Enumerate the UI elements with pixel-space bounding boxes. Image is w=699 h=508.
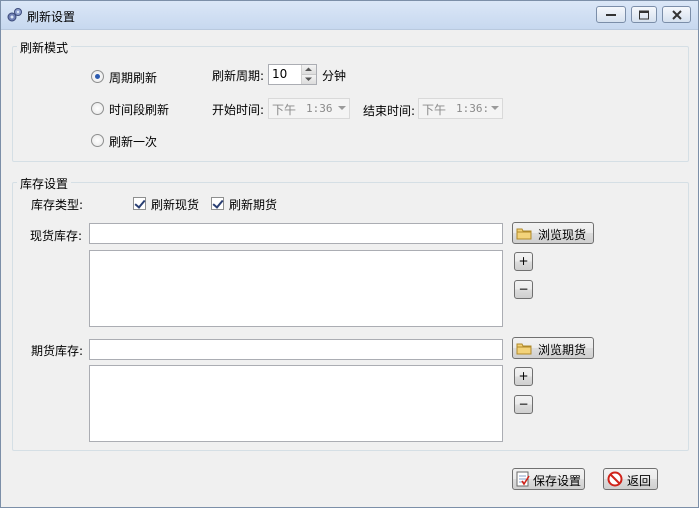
save-button[interactable]: 保存设置 — [512, 468, 585, 490]
back-button[interactable]: 返回 — [603, 468, 658, 490]
browse-spot-label: 浏览现货 — [538, 228, 587, 242]
futures-inventory-input[interactable] — [89, 339, 503, 360]
stepper-down-icon[interactable] — [302, 74, 316, 84]
remove-futures-button[interactable]: − — [514, 395, 533, 414]
folder-icon — [516, 228, 532, 240]
radio-once-label: 刷新一次 — [109, 135, 158, 149]
spot-inventory-input[interactable] — [89, 223, 503, 244]
maximize-button[interactable] — [631, 6, 657, 23]
back-label: 返回 — [627, 474, 652, 488]
end-time-value: 1:36: — [456, 102, 490, 115]
radio-once[interactable] — [91, 134, 104, 147]
period-value: 10 — [272, 67, 288, 81]
window-title: 刷新设置 — [27, 10, 76, 24]
start-time-picker[interactable]: 下午 1:36 — [268, 98, 350, 119]
app-settings-icon — [7, 7, 23, 23]
futures-inventory-label: 期货库存: — [31, 344, 84, 358]
start-time-label: 开始时间: — [212, 103, 265, 117]
refresh-mode-group: 刷新模式 周期刷新 时间段刷新 刷新一次 刷新周期: 10 分钟 开始时间: 下… — [12, 39, 689, 162]
inventory-title: 库存设置 — [17, 175, 72, 192]
chevron-down-icon — [338, 106, 346, 110]
add-futures-button[interactable]: + — [514, 367, 533, 386]
radio-timespan[interactable] — [91, 102, 104, 115]
checkbox-refresh-futures[interactable] — [211, 197, 224, 210]
period-stepper[interactable]: 10 — [268, 64, 317, 85]
chevron-down-icon — [491, 106, 499, 110]
inventory-group: 库存设置 库存类型: 刷新现货 刷新期货 现货库存: 浏览现货 + − 期货库存… — [12, 175, 689, 451]
start-ampm: 下午 — [272, 103, 297, 117]
refresh-mode-title: 刷新模式 — [17, 39, 72, 56]
browse-futures-label: 浏览期货 — [538, 343, 587, 357]
spot-inventory-label: 现货库存: — [30, 229, 83, 243]
document-save-icon — [516, 471, 530, 487]
inventory-type-label: 库存类型: — [31, 198, 84, 212]
end-ampm: 下午 — [422, 103, 447, 117]
spot-inventory-list[interactable] — [89, 250, 503, 327]
end-time-picker[interactable]: 下午 1:36: — [418, 98, 503, 119]
save-label: 保存设置 — [533, 474, 582, 488]
maximize-icon — [639, 10, 649, 19]
add-spot-button[interactable]: + — [514, 252, 533, 271]
radio-timespan-label: 时间段刷新 — [109, 103, 170, 117]
cancel-icon — [607, 471, 623, 487]
period-unit: 分钟 — [322, 69, 347, 83]
minimize-icon — [606, 13, 616, 16]
title-bar: 刷新设置 — [1, 1, 698, 30]
start-time-value: 1:36 — [306, 102, 333, 115]
close-icon — [671, 9, 682, 20]
checkbox-refresh-spot-label: 刷新现货 — [151, 198, 200, 212]
folder-icon — [516, 343, 532, 355]
checkbox-refresh-futures-label: 刷新期货 — [229, 198, 278, 212]
checkbox-refresh-spot[interactable] — [133, 197, 146, 210]
browse-spot-button[interactable]: 浏览现货 — [512, 222, 594, 244]
period-label: 刷新周期: — [212, 69, 265, 83]
futures-inventory-list[interactable] — [89, 365, 503, 442]
settings-window: 刷新设置 刷新模式 周期刷新 时间段刷新 刷新一次 刷新周期: 10 分钟 开始… — [0, 0, 699, 508]
radio-periodic-label: 周期刷新 — [109, 71, 158, 85]
radio-periodic[interactable] — [91, 70, 104, 83]
minimize-button[interactable] — [596, 6, 626, 23]
browse-futures-button[interactable]: 浏览期货 — [512, 337, 594, 359]
stepper-up-icon[interactable] — [302, 65, 316, 75]
close-button[interactable] — [662, 6, 691, 23]
end-time-label: 结束时间: — [363, 104, 416, 118]
remove-spot-button[interactable]: − — [514, 280, 533, 299]
